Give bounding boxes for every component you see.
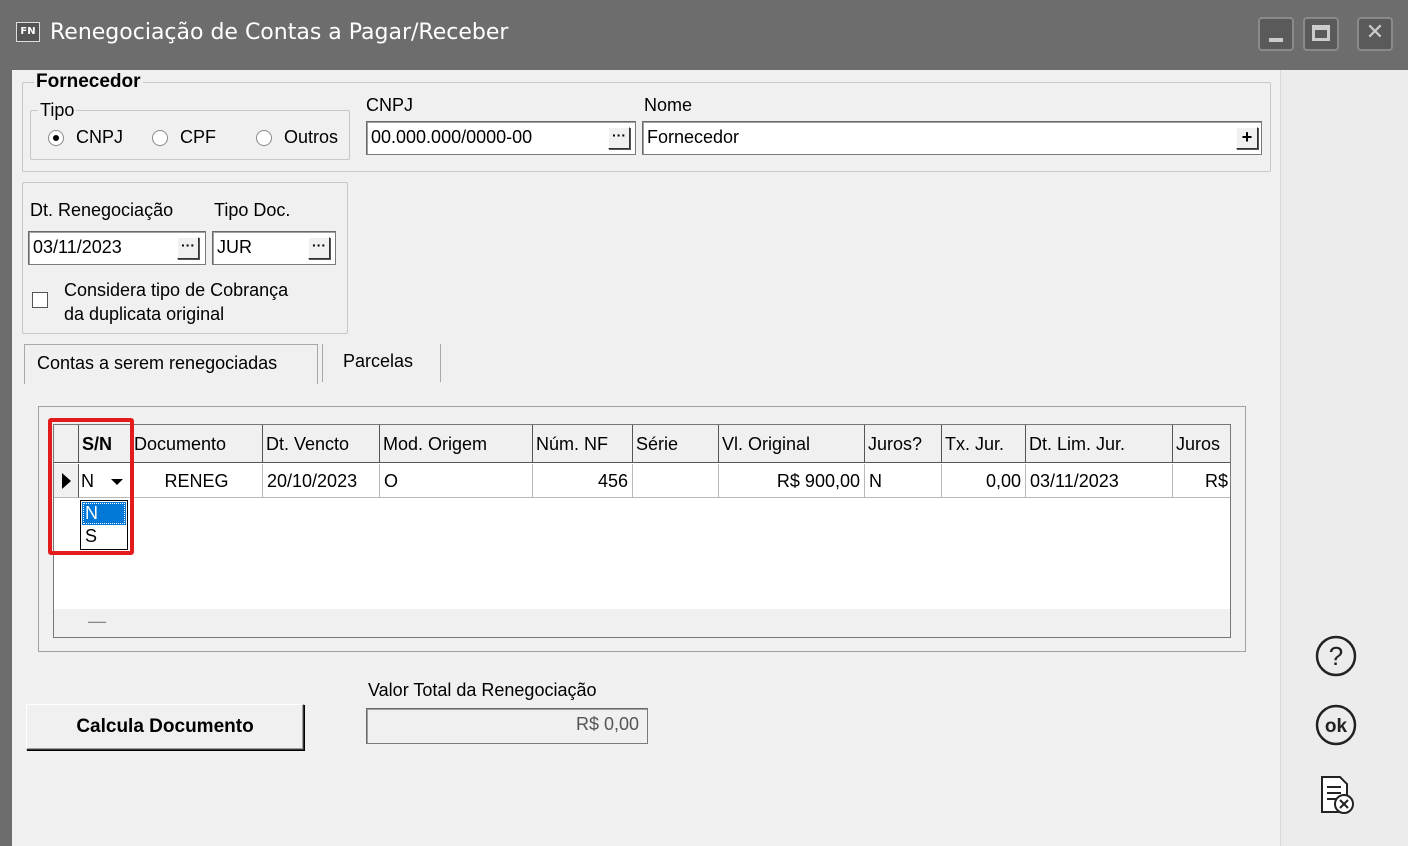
considera-checkbox[interactable] — [32, 292, 48, 308]
cnpj-lookup-button[interactable]: ··· — [608, 127, 630, 149]
dt-lim-jur-cell[interactable]: 03/11/2023 — [1026, 464, 1173, 498]
vl-original-cell[interactable]: R$ 900,00 — [719, 464, 865, 498]
mod-origem-cell[interactable]: O — [380, 464, 533, 498]
considera-label-line2: da duplicata original — [64, 304, 225, 324]
column-header-vl-original[interactable]: Vl. Original — [719, 425, 865, 463]
nome-field[interactable]: Fornecedor — [642, 121, 1262, 155]
tipo-cpf-radio[interactable] — [152, 130, 168, 146]
tipo-group-label: Tipo — [38, 100, 77, 121]
tab-parcelas[interactable]: Parcelas — [337, 351, 419, 372]
column-header-num-nf[interactable]: Núm. NF — [533, 425, 633, 463]
tipo-cnpj-radio[interactable] — [48, 130, 64, 146]
highlight-box — [48, 418, 134, 555]
valor-total-label: Valor Total da Renegociação — [368, 680, 597, 700]
tab-separator — [322, 344, 323, 382]
juros-q-cell[interactable]: N — [865, 464, 942, 498]
svg-text:ok: ok — [1325, 716, 1348, 737]
tab-contas-label: Contas a serem renegociadas — [37, 353, 278, 373]
tipo-doc-lookup-button[interactable]: ··· — [308, 237, 330, 259]
window-title: Renegociação de Contas a Pagar/Receber — [50, 20, 509, 45]
svg-text:?: ? — [1329, 641, 1343, 671]
nome-label: Nome — [644, 95, 693, 115]
dt-renegociacao-label: Dt. Renegociação — [30, 200, 174, 220]
add-fornecedor-button[interactable]: + — [1236, 127, 1258, 149]
column-header-juros[interactable]: Juros — [1173, 425, 1230, 463]
tipo-doc-label: Tipo Doc. — [214, 200, 291, 220]
juros-cell[interactable]: R$ — [1173, 464, 1230, 498]
column-header-mod-origem[interactable]: Mod. Origem — [380, 425, 533, 463]
column-header-documento[interactable]: Documento — [131, 425, 263, 463]
tipo-cpf-label: CPF — [180, 127, 216, 147]
dt-vencto-cell[interactable]: 20/10/2023 — [263, 464, 380, 498]
window-left-border — [0, 70, 12, 846]
grid-footer-mark: — — [88, 611, 106, 631]
ok-icon[interactable]: ok — [1314, 703, 1358, 747]
serie-cell[interactable] — [633, 464, 719, 498]
column-header-juros-q[interactable]: Juros? — [865, 425, 942, 463]
minimize-button[interactable] — [1258, 17, 1294, 51]
column-header-dt-lim-jur[interactable]: Dt. Lim. Jur. — [1026, 425, 1173, 463]
column-header-serie[interactable]: Série — [633, 425, 719, 463]
tipo-outros-label: Outros — [284, 127, 339, 147]
fornecedor-group-label: Fornecedor — [34, 71, 143, 93]
cnpj-field[interactable]: 00.000.000/0000-00 — [366, 121, 636, 155]
column-header-dt-vencto[interactable]: Dt. Vencto — [263, 425, 380, 463]
documento-cell[interactable]: RENEG — [131, 464, 263, 498]
tipo-cnpj-label: CNPJ — [76, 127, 124, 147]
cnpj-label: CNPJ — [366, 95, 414, 115]
num-nf-cell[interactable]: 456 — [533, 464, 633, 498]
close-button[interactable] — [1357, 17, 1393, 51]
tab-separator — [440, 344, 441, 382]
maximize-button[interactable] — [1303, 17, 1339, 51]
contas-grid[interactable]: S/N Documento Dt. Vencto Mod. Origem Núm… — [53, 424, 1231, 638]
column-header-tx-jur[interactable]: Tx. Jur. — [942, 425, 1026, 463]
tx-jur-cell[interactable]: 0,00 — [942, 464, 1026, 498]
dt-renegociacao-picker-button[interactable]: ··· — [177, 237, 199, 259]
tipo-outros-radio[interactable] — [256, 130, 272, 146]
valor-total-field: R$ 0,00 — [366, 708, 648, 744]
considera-label-line1: Considera tipo de Cobrança — [64, 280, 289, 300]
grid-footer: — — [54, 609, 1230, 637]
help-icon[interactable]: ? — [1314, 634, 1358, 678]
app-icon: FN — [16, 22, 40, 42]
calcula-documento-button[interactable]: Calcula Documento — [26, 704, 304, 750]
cancel-document-icon[interactable] — [1314, 774, 1358, 818]
